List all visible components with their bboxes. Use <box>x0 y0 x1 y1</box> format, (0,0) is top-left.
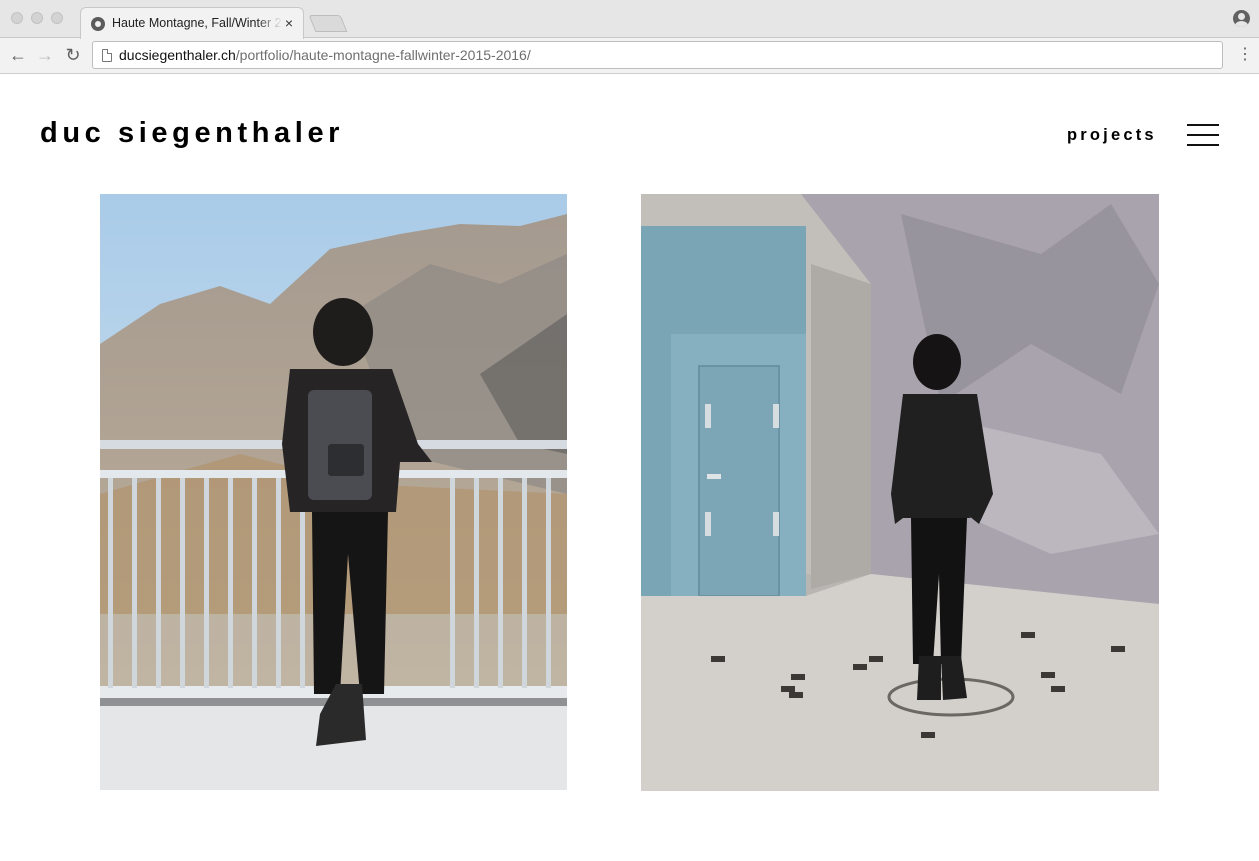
favicon-icon <box>91 17 105 31</box>
hamburger-line <box>1187 144 1219 146</box>
address-bar[interactable]: ducsiegenthaler.ch/portfolio/haute-monta… <box>92 41 1223 69</box>
photo-mountain-railing[interactable] <box>100 194 567 790</box>
profile-icon[interactable] <box>1233 10 1250 27</box>
hamburger-line <box>1187 124 1219 126</box>
forward-arrow-icon[interactable]: → <box>34 44 56 66</box>
back-arrow-icon[interactable]: ← <box>7 44 29 66</box>
mountain-railing-illustration <box>100 194 567 790</box>
page-icon <box>102 49 112 62</box>
tab-title: Haute Montagne, Fall/Winter 2015-2016 <box>112 16 282 30</box>
window-minimize-button[interactable] <box>31 12 43 24</box>
hamburger-icon[interactable] <box>1187 124 1219 146</box>
window-close-button[interactable] <box>11 12 23 24</box>
tab-close-icon[interactable]: × <box>281 15 297 31</box>
hamburger-line <box>1187 134 1219 136</box>
url-text[interactable]: ducsiegenthaler.ch/portfolio/haute-monta… <box>119 47 531 63</box>
nav-projects-link[interactable]: projects <box>1067 126 1157 145</box>
reload-icon[interactable]: ↻ <box>62 44 84 66</box>
new-tab-button[interactable] <box>308 15 348 32</box>
concrete-door-illustration <box>641 194 1159 791</box>
window-maximize-button[interactable] <box>51 12 63 24</box>
site-title[interactable]: duc siegenthaler <box>40 117 344 150</box>
photo-concrete-door[interactable] <box>641 194 1159 791</box>
tab-strip: Haute Montagne, Fall/Winter 2015-2016 × <box>0 0 1259 39</box>
url-path: /portfolio/haute-montagne-fallwinter-201… <box>235 47 531 63</box>
browser-chrome: Haute Montagne, Fall/Winter 2015-2016 × … <box>0 0 1259 74</box>
browser-menu-icon[interactable]: ⋮ <box>1237 44 1253 66</box>
url-host: ducsiegenthaler.ch <box>119 47 236 63</box>
browser-tab[interactable]: Haute Montagne, Fall/Winter 2015-2016 × <box>80 7 304 39</box>
